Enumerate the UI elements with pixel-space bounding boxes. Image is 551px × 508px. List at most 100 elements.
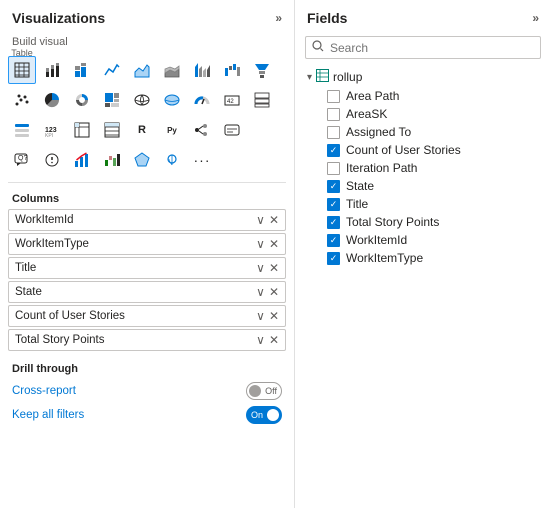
- keep-all-filters-row: Keep all filters: [0, 403, 294, 427]
- fields-expand-icon[interactable]: »: [532, 11, 539, 25]
- viz-item-waterfall2[interactable]: [98, 146, 126, 174]
- viz-item-stacked-bar[interactable]: [38, 56, 66, 84]
- column-remove-state[interactable]: ✕: [269, 285, 279, 299]
- viz-item-filled-map[interactable]: [158, 86, 186, 114]
- line-icon: [104, 62, 120, 78]
- checkbox-count-user-stories[interactable]: [327, 144, 340, 157]
- viz-item-decomp-tree[interactable]: [188, 116, 216, 144]
- tree-item-areask[interactable]: AreaSK: [303, 105, 543, 123]
- viz-item-card[interactable]: 42: [218, 86, 246, 114]
- column-remove-total-story-points[interactable]: ✕: [269, 333, 279, 347]
- keep-all-filters-link[interactable]: Keep all filters: [12, 409, 84, 421]
- viz-item-azure-map[interactable]: [158, 146, 186, 174]
- viz-item-r-script[interactable]: R: [128, 116, 156, 144]
- checkbox-assigned-to[interactable]: [327, 126, 340, 139]
- tree-item-title[interactable]: Title: [303, 195, 543, 213]
- visualizations-expand-icon[interactable]: »: [275, 11, 282, 25]
- viz-item-shape-map[interactable]: [128, 146, 156, 174]
- viz-item-slicer[interactable]: [8, 116, 36, 144]
- column-remove-workitemtype[interactable]: ✕: [269, 237, 279, 251]
- column-chevron-count-user-stories[interactable]: ∨: [256, 309, 265, 323]
- viz-item-treemap[interactable]: [98, 86, 126, 114]
- cross-report-link[interactable]: Cross-report: [12, 385, 76, 397]
- column-remove-count-user-stories[interactable]: ✕: [269, 309, 279, 323]
- viz-item-ribbon[interactable]: [188, 56, 216, 84]
- tree-item-workitemtype[interactable]: WorkItemType: [303, 249, 543, 267]
- column-item-workitemtype[interactable]: WorkItemType ∨ ✕: [8, 233, 286, 255]
- viz-item-donut[interactable]: [68, 86, 96, 114]
- search-input[interactable]: [330, 41, 534, 55]
- cross-report-toggle[interactable]: [246, 382, 282, 400]
- column-name-total-story-points: Total Story Points: [15, 334, 104, 346]
- viz-item-python[interactable]: Py: [158, 116, 186, 144]
- column-item-state[interactable]: State ∨ ✕: [8, 281, 286, 303]
- viz-item-map[interactable]: [128, 86, 156, 114]
- tree-item-assigned-to[interactable]: Assigned To: [303, 123, 543, 141]
- fields-group-rollup: ▾ rollup Area Path AreaSK: [303, 67, 543, 267]
- column-name-workitemid: WorkItemId: [15, 214, 74, 226]
- column-item-title[interactable]: Title ∨ ✕: [8, 257, 286, 279]
- viz-item-pie[interactable]: [38, 86, 66, 114]
- viz-item-more[interactable]: ···: [188, 146, 216, 174]
- checkbox-title[interactable]: [327, 198, 340, 211]
- column-chevron-state[interactable]: ∨: [256, 285, 265, 299]
- column-item-total-story-points[interactable]: Total Story Points ∨ ✕: [8, 329, 286, 351]
- tree-item-count-user-stories[interactable]: Count of User Stories: [303, 141, 543, 159]
- viz-item-stacked-area[interactable]: [158, 56, 186, 84]
- keep-all-filters-toggle[interactable]: [246, 406, 282, 424]
- viz-item-smart-narrative[interactable]: [218, 116, 246, 144]
- search-box[interactable]: [305, 36, 541, 59]
- viz-item-waterfall[interactable]: [218, 56, 246, 84]
- viz-item-table[interactable]: Table: [8, 56, 36, 84]
- column-chevron-workitemid[interactable]: ∨: [256, 213, 265, 227]
- column-name-title: Title: [15, 262, 36, 274]
- viz-item-clustered-bar[interactable]: [68, 56, 96, 84]
- table3-icon: [104, 122, 120, 138]
- tree-item-iteration-path[interactable]: Iteration Path: [303, 159, 543, 177]
- viz-item-kpi3[interactable]: [68, 146, 96, 174]
- checkbox-area-path[interactable]: [327, 90, 340, 103]
- viz-row-3: 123 KPI: [8, 116, 286, 144]
- viz-item-kpi[interactable]: 123 KPI: [38, 116, 66, 144]
- viz-item-matrix[interactable]: [68, 116, 96, 144]
- viz-item-qna[interactable]: Q?: [8, 146, 36, 174]
- viz-item-funnel[interactable]: [248, 56, 276, 84]
- column-actions-workitemtype: ∨ ✕: [256, 237, 279, 251]
- viz-item-table3[interactable]: [98, 116, 126, 144]
- visualizations-header: Visualizations »: [0, 0, 294, 32]
- ribbon-icon: [194, 62, 210, 78]
- column-chevron-workitemtype[interactable]: ∨: [256, 237, 265, 251]
- viz-item-area[interactable]: [128, 56, 156, 84]
- scatter-icon: [14, 92, 30, 108]
- viz-item-ai-insights[interactable]: [38, 146, 66, 174]
- checkbox-workitemid[interactable]: [327, 234, 340, 247]
- shape-map-icon: [134, 152, 150, 168]
- kpi3-icon: [74, 152, 90, 168]
- fields-panel: Fields » ▾ roll: [295, 0, 551, 508]
- checkbox-iteration-path[interactable]: [327, 162, 340, 175]
- svg-text:Q?: Q?: [18, 155, 27, 162]
- viz-item-scatter[interactable]: [8, 86, 36, 114]
- column-chevron-title[interactable]: ∨: [256, 261, 265, 275]
- fields-header: Fields »: [295, 0, 551, 32]
- group-name-rollup: rollup: [333, 70, 362, 84]
- viz-item-multirow-card[interactable]: [248, 86, 276, 114]
- column-chevron-total-story-points[interactable]: ∨: [256, 333, 265, 347]
- checkbox-areask[interactable]: [327, 108, 340, 121]
- column-item-count-user-stories[interactable]: Count of User Stories ∨ ✕: [8, 305, 286, 327]
- tree-item-total-story-points[interactable]: Total Story Points: [303, 213, 543, 231]
- checkbox-state[interactable]: [327, 180, 340, 193]
- checkbox-workitemtype[interactable]: [327, 252, 340, 265]
- viz-item-line[interactable]: [98, 56, 126, 84]
- tree-item-state[interactable]: State: [303, 177, 543, 195]
- tree-item-workitemid[interactable]: WorkItemId: [303, 231, 543, 249]
- slicer-icon: [14, 122, 30, 138]
- fields-group-header[interactable]: ▾ rollup: [303, 67, 543, 87]
- column-remove-workitemid[interactable]: ✕: [269, 213, 279, 227]
- viz-item-gauge[interactable]: [188, 86, 216, 114]
- checkbox-total-story-points[interactable]: [327, 216, 340, 229]
- column-remove-title[interactable]: ✕: [269, 261, 279, 275]
- column-actions-state: ∨ ✕: [256, 285, 279, 299]
- tree-item-area-path[interactable]: Area Path: [303, 87, 543, 105]
- column-item-workitemid[interactable]: WorkItemId ∨ ✕: [8, 209, 286, 231]
